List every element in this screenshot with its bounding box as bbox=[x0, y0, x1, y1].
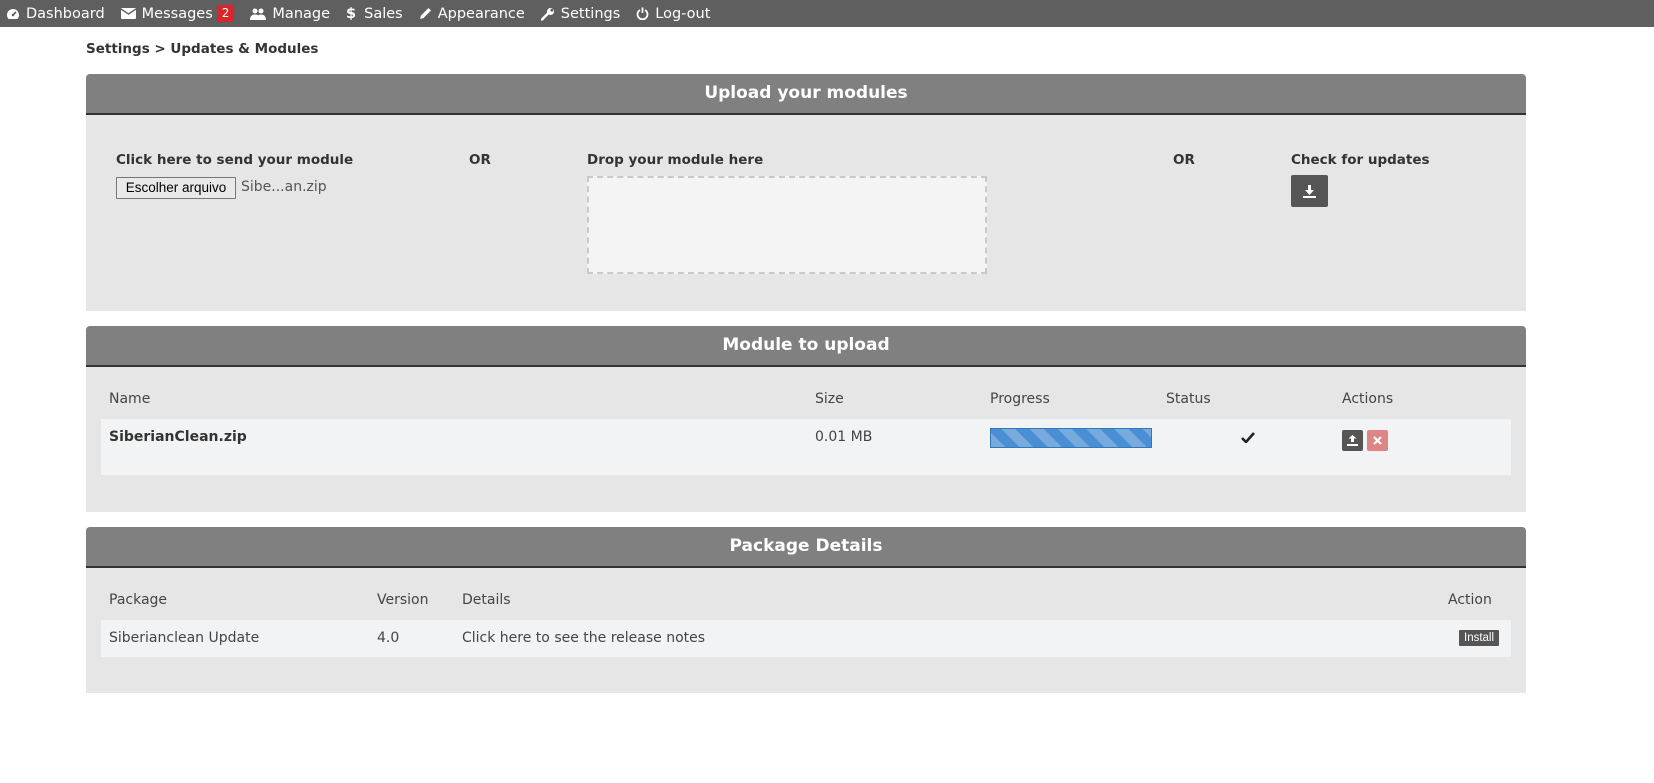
col-header-status: Status bbox=[1166, 391, 1211, 407]
dashboard-icon bbox=[7, 8, 19, 19]
nav-label: Appearance bbox=[437, 5, 525, 22]
check-updates-button[interactable] bbox=[1291, 175, 1328, 207]
col-header-progress: Progress bbox=[990, 391, 1050, 407]
selected-file-name: Sibe...an.zip bbox=[241, 179, 327, 195]
or-separator: OR bbox=[469, 152, 491, 168]
panel-title: Upload your modules bbox=[86, 74, 1526, 115]
nav-settings[interactable]: Settings bbox=[540, 0, 621, 27]
release-notes-link[interactable]: Click here to see the release notes bbox=[462, 630, 705, 646]
pencil-icon bbox=[419, 8, 431, 19]
package-version: 4.0 bbox=[377, 630, 400, 646]
module-dropzone[interactable] bbox=[587, 176, 987, 274]
nav-appearance[interactable]: Appearance bbox=[419, 0, 525, 27]
messages-badge: 2 bbox=[216, 5, 235, 22]
check-updates-label: Check for updates bbox=[1291, 152, 1430, 168]
breadcrumb: Settings > Updates & Modules bbox=[86, 41, 319, 57]
users-icon bbox=[250, 8, 267, 20]
panel-title: Package Details bbox=[86, 527, 1526, 568]
drop-module-label: Drop your module here bbox=[587, 152, 764, 168]
envelope-icon bbox=[120, 8, 136, 19]
nav-label: Log-out bbox=[655, 5, 711, 22]
top-nav: Dashboard Messages 2 Manage $ Sales Appe… bbox=[0, 0, 1654, 27]
install-button[interactable]: Install bbox=[1459, 630, 1500, 646]
choose-file-button[interactable]: Escolher arquivo bbox=[116, 177, 236, 199]
install-module-button[interactable] bbox=[1342, 430, 1363, 451]
close-icon bbox=[1373, 436, 1382, 445]
upload-modules-panel: Upload your modules Click here to send y… bbox=[86, 74, 1526, 311]
wrench-icon bbox=[540, 7, 554, 21]
delete-module-button[interactable] bbox=[1367, 430, 1388, 451]
panel-title: Module to upload bbox=[86, 326, 1526, 367]
nav-label: Manage bbox=[272, 5, 331, 22]
package-details-panel: Package Details Package Version Details … bbox=[86, 527, 1526, 693]
dollar-icon: $ bbox=[346, 5, 357, 22]
module-name: SiberianClean.zip bbox=[109, 429, 247, 445]
module-size: 0.01 MB bbox=[815, 429, 873, 445]
col-header-size: Size bbox=[815, 391, 844, 407]
nav-messages[interactable]: Messages 2 bbox=[120, 0, 235, 27]
nav-label: Dashboard bbox=[26, 5, 105, 22]
col-header-version: Version bbox=[377, 592, 429, 608]
nav-logout[interactable]: Log-out bbox=[636, 0, 710, 27]
col-header-details: Details bbox=[462, 592, 511, 608]
nav-label: Messages bbox=[141, 5, 213, 22]
col-header-name: Name bbox=[109, 391, 151, 407]
send-module-label: Click here to send your module bbox=[116, 152, 354, 168]
table-row bbox=[101, 419, 1511, 475]
nav-sales[interactable]: $ Sales bbox=[346, 0, 403, 27]
upload-icon bbox=[1347, 435, 1358, 446]
package-name: Siberianclean Update bbox=[109, 630, 260, 646]
nav-label: Sales bbox=[364, 5, 403, 22]
power-icon bbox=[636, 7, 649, 20]
module-to-upload-panel: Module to upload Name Size Progress Stat… bbox=[86, 326, 1526, 512]
download-icon bbox=[1303, 184, 1316, 198]
upload-progress-bar bbox=[990, 428, 1152, 448]
nav-manage[interactable]: Manage bbox=[250, 0, 330, 27]
nav-label: Settings bbox=[560, 5, 621, 22]
table-row bbox=[101, 620, 1511, 657]
col-header-actions: Actions bbox=[1342, 391, 1394, 407]
nav-dashboard[interactable]: Dashboard bbox=[6, 0, 105, 27]
check-icon bbox=[1241, 432, 1255, 443]
col-header-package: Package bbox=[109, 592, 168, 608]
or-separator: OR bbox=[1173, 152, 1195, 168]
col-header-action: Action bbox=[1448, 592, 1492, 608]
